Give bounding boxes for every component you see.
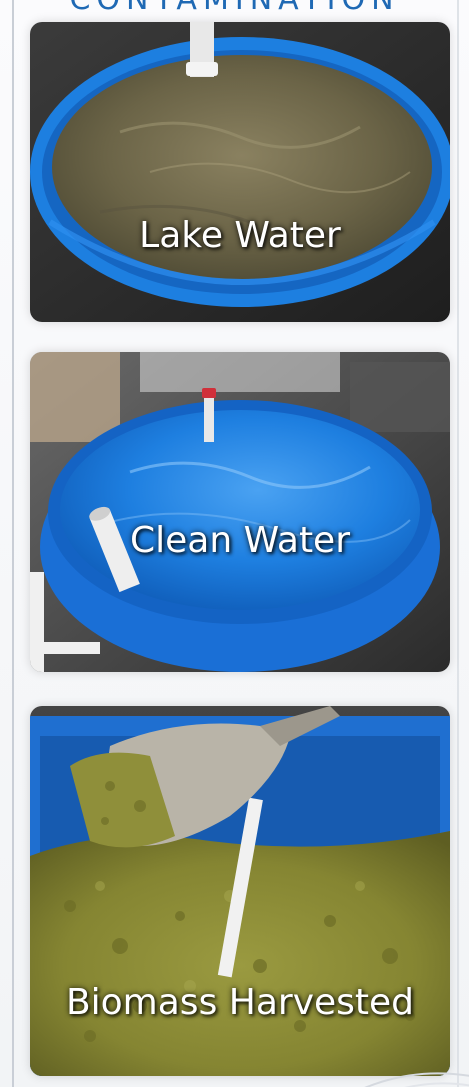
slide: CONTAMINATION: [0, 0, 469, 1087]
slide-heading: CONTAMINATION: [0, 0, 469, 16]
decorative-arc: [364, 1072, 469, 1087]
clean-water-caption: Clean Water: [129, 520, 351, 561]
biomass-harvested-photo: Biomass Harvested: [30, 706, 450, 1076]
clean-water-photo: Clean Water: [30, 352, 450, 672]
lake-water-image: [30, 22, 450, 322]
left-divider: [12, 0, 14, 1087]
right-divider: [457, 0, 459, 1087]
clean-water-image: [30, 352, 450, 672]
lake-water-photo: Lake Water: [30, 22, 450, 322]
lake-water-caption: Lake Water: [139, 215, 341, 256]
biomass-harvested-caption: Biomass Harvested: [65, 982, 415, 1023]
